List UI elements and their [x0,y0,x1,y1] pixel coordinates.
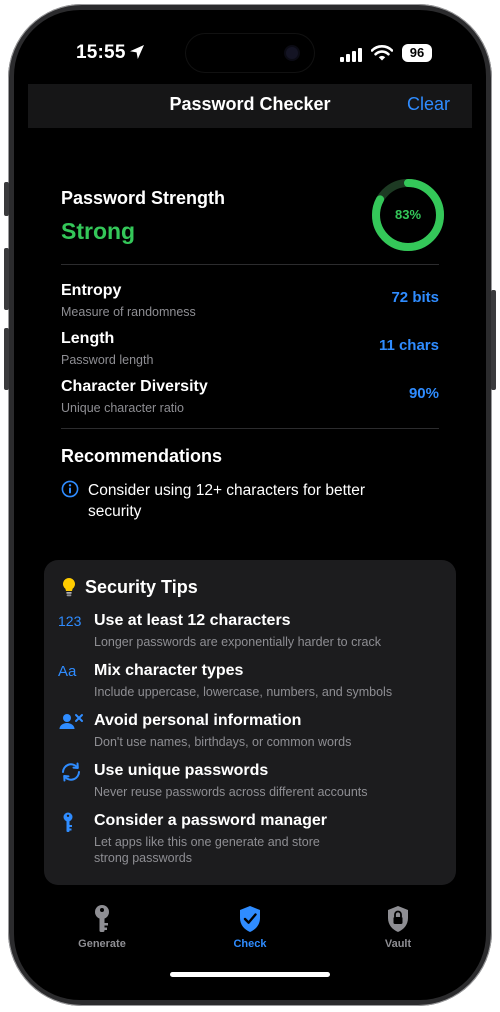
security-tips-title: Security Tips [85,577,198,597]
volume-down-button [4,328,9,390]
strength-value: Strong [61,218,136,244]
divider [61,264,439,265]
metric-character-diversity: Character Diversity Unique character rat… [61,378,439,418]
tab-vault[interactable]: Vault [348,904,448,950]
metric-title: Length [61,330,115,347]
status-bar: 15:55 96 [28,22,472,84]
metric-value: 11 chars [378,337,439,354]
tip-title: Use at least 12 characters [94,612,291,629]
camera-icon [286,47,298,59]
tip-subtitle: Don't use names, birthdays, or common wo… [94,735,352,749]
tip-title: Mix character types [94,662,244,679]
shield-check-icon [240,906,260,932]
tip-item: Use unique passwords Never reuse passwor… [58,762,448,806]
location-arrow-icon [130,45,144,59]
home-indicator[interactable] [170,972,330,977]
info-icon [61,480,79,498]
tab-check[interactable]: Check [200,904,300,950]
metric-subtitle: Measure of randomness [61,305,196,319]
tab-label: Check [233,938,267,950]
metric-entropy: Entropy Measure of randomness 72 bits [61,282,439,322]
recommendations-title: Recommendations [61,446,223,466]
wifi-icon [371,45,393,61]
key-icon [63,812,73,832]
tab-generate[interactable]: Generate [52,904,152,950]
tip-subtitle: Let apps like this one generate and stor… [94,835,320,865]
metric-value: 72 bits [391,289,439,306]
text-format-icon: Aa [58,663,77,680]
key-icon [95,905,109,932]
dynamic-island [186,34,314,72]
arrows-cycle-icon [62,762,80,782]
tip-subtitle: Never reuse passwords across different a… [94,785,368,799]
tip-title: Use unique passwords [94,762,269,779]
metric-length: Length Password length 11 chars [61,330,439,370]
clear-button[interactable]: Clear [407,94,450,115]
tip-subtitle: Include uppercase, lowercase, numbers, a… [94,685,393,699]
battery-indicator: 96 [402,44,432,62]
numbers-icon: 123 [58,613,82,629]
screen: 15:55 96 Password Checker Clear Password… [28,22,472,988]
tip-item: Avoid personal information Don't use nam… [58,712,448,756]
tip-item: 123 Use at least 12 characters Longer pa… [58,612,448,656]
metric-title: Character Diversity [61,378,208,395]
status-time: 15:55 [76,42,126,63]
strength-label: Password Strength [61,188,226,208]
divider [61,428,439,429]
navigation-bar: Password Checker Clear [28,84,472,128]
cellular-signal-icon [340,48,362,62]
volume-up-button [4,248,9,310]
security-tips-card: Security Tips 123 Use at least 12 charac… [44,560,456,885]
tip-subtitle: Longer passwords are exponentially harde… [94,635,381,649]
nav-title: Password Checker [169,94,331,114]
metric-value: 90% [408,385,439,402]
tip-item: Aa Mix character types Include uppercase… [58,662,448,706]
lightbulb-icon [63,578,75,597]
tab-label: Vault [384,938,412,950]
strength-percent: 83% [394,207,422,222]
metric-subtitle: Unique character ratio [61,401,184,415]
lock-shield-icon [388,906,408,932]
tab-label: Generate [78,938,126,950]
person-x-icon [59,714,83,729]
tip-item: Consider a password manager Let apps lik… [58,812,448,872]
tip-title: Consider a password manager [94,812,327,829]
action-button [4,182,9,216]
tip-title: Avoid personal information [94,712,302,729]
metric-subtitle: Password length [61,353,154,367]
recommendation-text: Consider using 12+ characters for better… [88,482,365,520]
power-button [491,290,496,390]
metric-title: Entropy [61,282,122,299]
